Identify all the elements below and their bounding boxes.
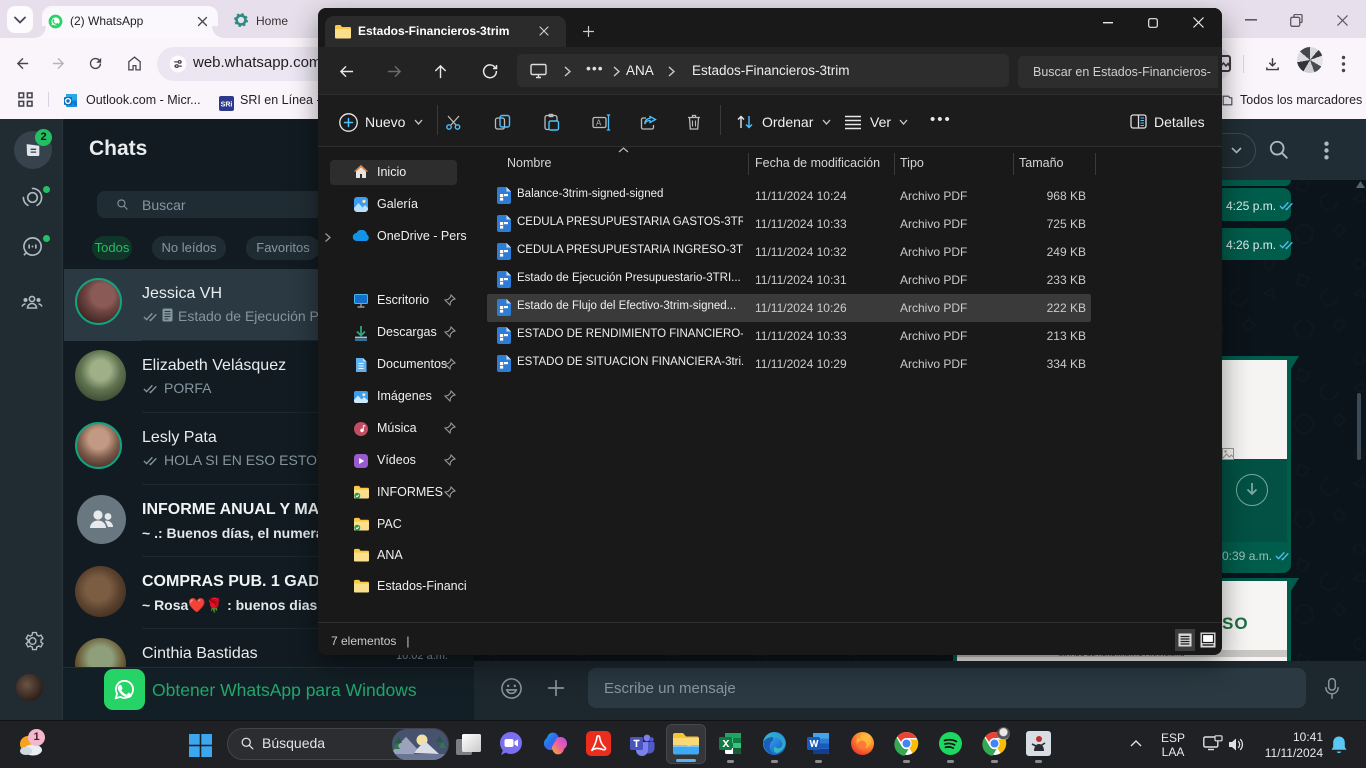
svg-text:A: A [596, 119, 602, 128]
svg-text:SRi: SRi [221, 102, 233, 109]
